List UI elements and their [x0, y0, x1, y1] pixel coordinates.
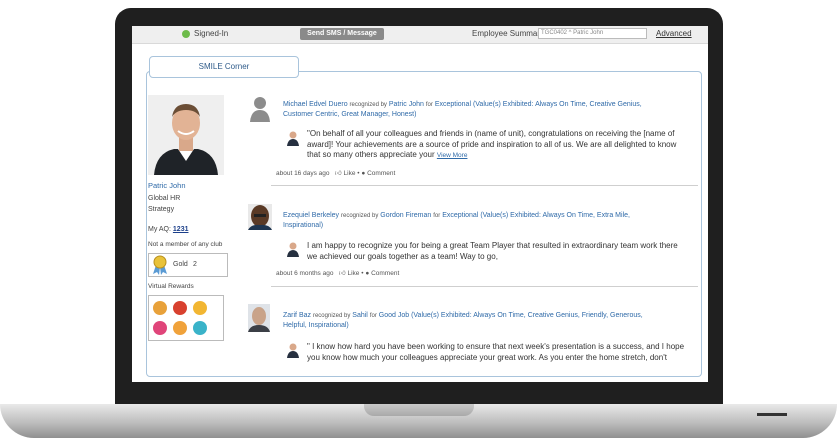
- comment-button[interactable]: Comment: [367, 170, 395, 177]
- view-more-link[interactable]: View More: [437, 152, 468, 159]
- receiver-avatar: [287, 131, 299, 146]
- feed-3-giver[interactable]: Zarif Baz: [283, 312, 311, 319]
- feed-item-1-headline: Michael Edvel Duero recognized by Patric…: [283, 101, 642, 118]
- top-bar: Signed-In Send SMS / Message Employee Su…: [132, 26, 708, 44]
- aq-line: My AQ: 1231: [148, 226, 188, 233]
- feed-1-giver[interactable]: Michael Edvel Duero: [283, 101, 348, 108]
- club-status: Not a member of any club: [148, 241, 223, 248]
- employee-search-input[interactable]: [538, 28, 647, 39]
- like-button[interactable]: Like: [344, 170, 356, 177]
- laptop-notch: [364, 404, 474, 416]
- feed-1-receiver[interactable]: Patric John: [389, 101, 424, 108]
- virtual-rewards-grid: [148, 295, 224, 341]
- profile-photo: [148, 95, 224, 175]
- speech-bubble-icon[interactable]: ●: [365, 270, 369, 277]
- comment-button[interactable]: Comment: [371, 270, 399, 277]
- advanced-link[interactable]: Advanced: [656, 29, 692, 38]
- feed-item-2-headline: Ezequiel Berkeley recognized by Gordon F…: [283, 212, 630, 229]
- badge-label: Gold: [173, 261, 188, 268]
- signed-in-status: Signed-In: [182, 29, 228, 38]
- profile-name[interactable]: Patric John: [148, 181, 186, 190]
- badge-box: Gold 2: [148, 253, 228, 277]
- aq-value-link[interactable]: 1231: [173, 226, 189, 233]
- feed-2-giver[interactable]: Ezequiel Berkeley: [283, 212, 339, 219]
- feed-item-2-quote: I am happy to recognize you for being a …: [307, 241, 678, 261]
- signed-in-label: Signed-In: [194, 29, 229, 38]
- default-user-avatar: [250, 97, 270, 122]
- feed-2-receiver[interactable]: Gordon Fireman: [380, 212, 431, 219]
- reward-gift-icon[interactable]: [153, 321, 167, 335]
- profile-dept: Global HR: [148, 195, 181, 202]
- green-dot-icon: [182, 29, 190, 38]
- like-button[interactable]: Like: [348, 270, 360, 277]
- feed-item-3-quote: " I know how hard you have been working …: [307, 342, 685, 362]
- feed-item-1-quote: "On behalf of all your colleagues and fr…: [307, 129, 677, 159]
- feed-item-3-headline: Zarif Baz recognized by Sahil for Good J…: [283, 312, 643, 329]
- virtual-rewards-label: Virtual Rewards: [148, 283, 194, 290]
- ribbon-medal-icon: [153, 255, 167, 275]
- send-sms-button[interactable]: Send SMS / Message: [300, 28, 384, 40]
- tab-smile-corner[interactable]: SMILE Corner: [149, 56, 299, 78]
- receiver-avatar: [287, 242, 299, 257]
- feed-divider: [271, 286, 698, 287]
- employee-summary-label: Employee Summary:: [472, 29, 547, 38]
- reward-smile-icon[interactable]: [193, 321, 207, 335]
- reward-target-icon[interactable]: [173, 301, 187, 315]
- feed-divider: [271, 185, 698, 186]
- ezequiel-avatar: [248, 204, 272, 230]
- zarif-avatar: [248, 304, 270, 332]
- badge-count: 2: [193, 261, 197, 268]
- reward-medal-icon[interactable]: [173, 321, 187, 335]
- receiver-avatar: [287, 343, 299, 358]
- aq-label: My AQ:: [148, 226, 171, 233]
- laptop-indicator: [757, 413, 787, 416]
- thumbs-up-icon[interactable]: 👍︎: [339, 270, 346, 277]
- profile-role: Strategy: [148, 206, 175, 213]
- feed-item-2-meta: about 6 months ago 👍︎ Like • ● Comment: [276, 270, 400, 277]
- speech-bubble-icon[interactable]: ●: [361, 170, 365, 177]
- reward-star-person-icon[interactable]: [193, 301, 207, 315]
- app-screen: Signed-In Send SMS / Message Employee Su…: [132, 26, 708, 382]
- thumbs-up-icon[interactable]: 👍︎: [335, 170, 342, 177]
- feed-3-receiver[interactable]: Sahil: [352, 312, 368, 319]
- feed-item-1-meta: about 16 days ago 👍︎ Like • ● Comment: [276, 170, 396, 177]
- reward-person-icon[interactable]: [153, 301, 167, 315]
